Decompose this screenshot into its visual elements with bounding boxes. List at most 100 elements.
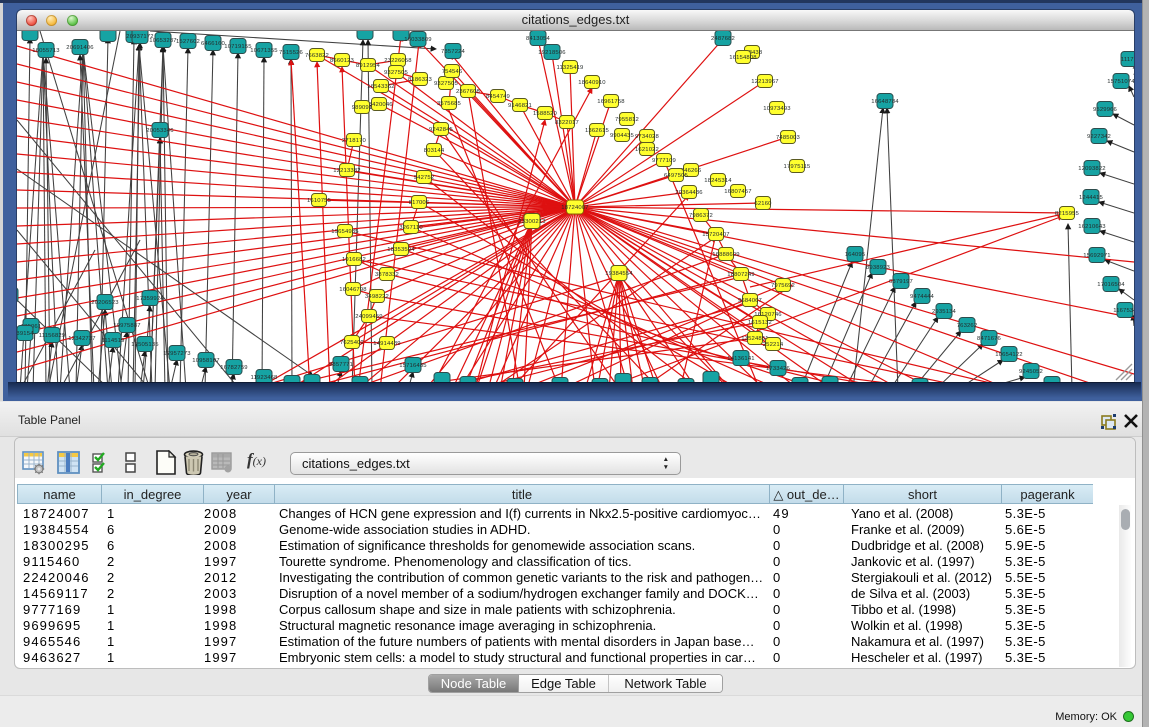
svg-text:1527602: 1527602 <box>176 39 200 45</box>
svg-text:10958107: 10958107 <box>192 358 219 364</box>
svg-text:16210643: 16210643 <box>1078 224 1106 230</box>
svg-text:1610755: 1610755 <box>307 198 332 204</box>
svg-text:7357224: 7357224 <box>441 49 466 55</box>
svg-text:16033809: 16033809 <box>404 37 431 43</box>
svg-text:3575685: 3575685 <box>437 101 462 107</box>
svg-text:1167534: 1167534 <box>1113 308 1134 314</box>
svg-text:3267110: 3267110 <box>399 225 423 231</box>
svg-text:10671355: 10671355 <box>250 48 278 54</box>
svg-text:10653287: 10653287 <box>149 38 176 44</box>
svg-text:16888609: 16888609 <box>712 252 739 258</box>
svg-text:9904435: 9904435 <box>610 133 635 139</box>
svg-text:20206523: 20206523 <box>91 300 119 306</box>
svg-text:11923468: 11923468 <box>251 375 279 381</box>
svg-text:24099459: 24099459 <box>355 314 382 320</box>
svg-text:9474444: 9474444 <box>910 294 935 300</box>
svg-text:8215955: 8215955 <box>1055 211 1080 217</box>
svg-text:6879197: 6879197 <box>889 279 913 285</box>
svg-text:7485003: 7485003 <box>776 135 801 141</box>
svg-text:1114519: 1114519 <box>101 338 124 344</box>
svg-text:9227342: 9227342 <box>1087 134 1111 140</box>
svg-text:23226058: 23226058 <box>384 58 412 64</box>
svg-text:16648784: 16648784 <box>871 99 899 105</box>
svg-text:3878332: 3878332 <box>375 272 399 278</box>
svg-text:11156829: 11156829 <box>39 333 66 339</box>
svg-text:14914439: 14914439 <box>373 341 400 347</box>
svg-text:803144: 803144 <box>424 148 445 154</box>
svg-text:16046798: 16046798 <box>339 287 367 293</box>
svg-text:20364436: 20364436 <box>675 190 703 196</box>
svg-text:7663822: 7663822 <box>305 53 329 59</box>
svg-text:11325419: 11325419 <box>557 65 584 71</box>
svg-text:9242845: 9242845 <box>429 127 454 133</box>
svg-text:7515526: 7515526 <box>279 50 304 56</box>
svg-text:2487682: 2487682 <box>711 36 735 42</box>
svg-text:164095: 164095 <box>845 252 866 258</box>
svg-text:1916682: 1916682 <box>342 257 366 263</box>
svg-text:18245314: 18245314 <box>704 178 732 184</box>
svg-text:12505135: 12505135 <box>131 342 159 348</box>
svg-text:989091: 989091 <box>352 105 373 111</box>
svg-text:10973493: 10973493 <box>763 106 791 112</box>
svg-text:9777109: 9777109 <box>652 158 676 164</box>
svg-text:9146821: 9146821 <box>508 103 532 109</box>
svg-text:754546: 754546 <box>442 69 463 75</box>
svg-text:6466160: 6466160 <box>201 41 226 47</box>
svg-text:8471676: 8471676 <box>977 336 1002 342</box>
svg-text:18353594: 18353594 <box>387 247 415 253</box>
svg-text:8660123: 8660123 <box>330 58 355 64</box>
svg-text:7975692: 7975692 <box>771 283 795 289</box>
svg-text:12093822: 12093822 <box>1078 166 1105 172</box>
svg-text:9327505: 9327505 <box>434 81 459 87</box>
svg-text:6497505: 6497505 <box>664 173 689 179</box>
svg-text:7625402: 7625402 <box>340 340 364 346</box>
svg-text:15720407: 15720407 <box>702 232 729 238</box>
svg-text:18640910: 18640910 <box>578 80 606 86</box>
svg-text:8912954: 8912954 <box>356 63 381 69</box>
svg-text:1362615: 1362615 <box>585 128 610 134</box>
svg-text:9529966: 9529966 <box>1093 107 1118 113</box>
svg-text:1615132: 1615132 <box>748 320 772 326</box>
svg-text:39154: 39154 <box>17 331 34 337</box>
svg-text:16961758: 16961758 <box>597 99 625 105</box>
svg-text:19384554: 19384554 <box>605 271 633 277</box>
svg-text:2367608: 2367608 <box>456 89 481 95</box>
svg-text:3498222: 3498222 <box>365 294 389 300</box>
svg-text:9734028: 9734028 <box>635 134 660 140</box>
svg-text:252214: 252214 <box>763 342 784 348</box>
svg-text:942752: 942752 <box>414 175 435 181</box>
svg-text:15716485: 15716485 <box>399 363 427 369</box>
svg-text:17975115: 17975115 <box>784 164 812 170</box>
svg-text:8938923: 8938923 <box>866 265 891 271</box>
svg-text:10654122: 10654122 <box>995 352 1022 358</box>
svg-text:20053346: 20053346 <box>146 128 174 134</box>
svg-text:18807249: 18807249 <box>727 272 754 278</box>
svg-text:9327505: 9327505 <box>384 70 409 76</box>
svg-text:16782759: 16782759 <box>220 365 247 371</box>
svg-text:16154808: 16154808 <box>729 55 757 61</box>
svg-text:12213382: 12213382 <box>333 168 360 174</box>
svg-text:7955812: 7955812 <box>615 117 639 123</box>
svg-text:16543362: 16543362 <box>367 84 394 90</box>
svg-text:14136141: 14136141 <box>727 356 754 362</box>
svg-text:817006: 817006 <box>409 200 430 206</box>
svg-text:7986372: 7986372 <box>689 213 713 219</box>
svg-text:1733426: 1733426 <box>766 366 791 372</box>
svg-text:9857771: 9857771 <box>329 362 353 368</box>
svg-text:11172: 11172 <box>1121 57 1134 63</box>
svg-text:8322017: 8322017 <box>555 120 579 126</box>
svg-text:62160: 62160 <box>754 201 772 207</box>
svg-text:19654935: 19654935 <box>331 229 359 235</box>
svg-text:8186323: 8186323 <box>408 77 433 83</box>
svg-text:17957273: 17957273 <box>163 351 191 357</box>
svg-text:1244415: 1244415 <box>1079 195 1104 201</box>
svg-text:15751074: 15751074 <box>1107 79 1134 85</box>
svg-text:12342737: 12342737 <box>68 336 95 342</box>
svg-text:763262: 763262 <box>957 323 978 329</box>
svg-text:19975887: 19975887 <box>113 323 140 329</box>
svg-text:17016504: 17016504 <box>1097 282 1125 288</box>
svg-text:1588520: 1588520 <box>533 111 558 117</box>
svg-text:15692971: 15692971 <box>1083 253 1110 259</box>
svg-text:20691406: 20691406 <box>66 45 94 51</box>
svg-text:16807457: 16807457 <box>724 189 751 195</box>
